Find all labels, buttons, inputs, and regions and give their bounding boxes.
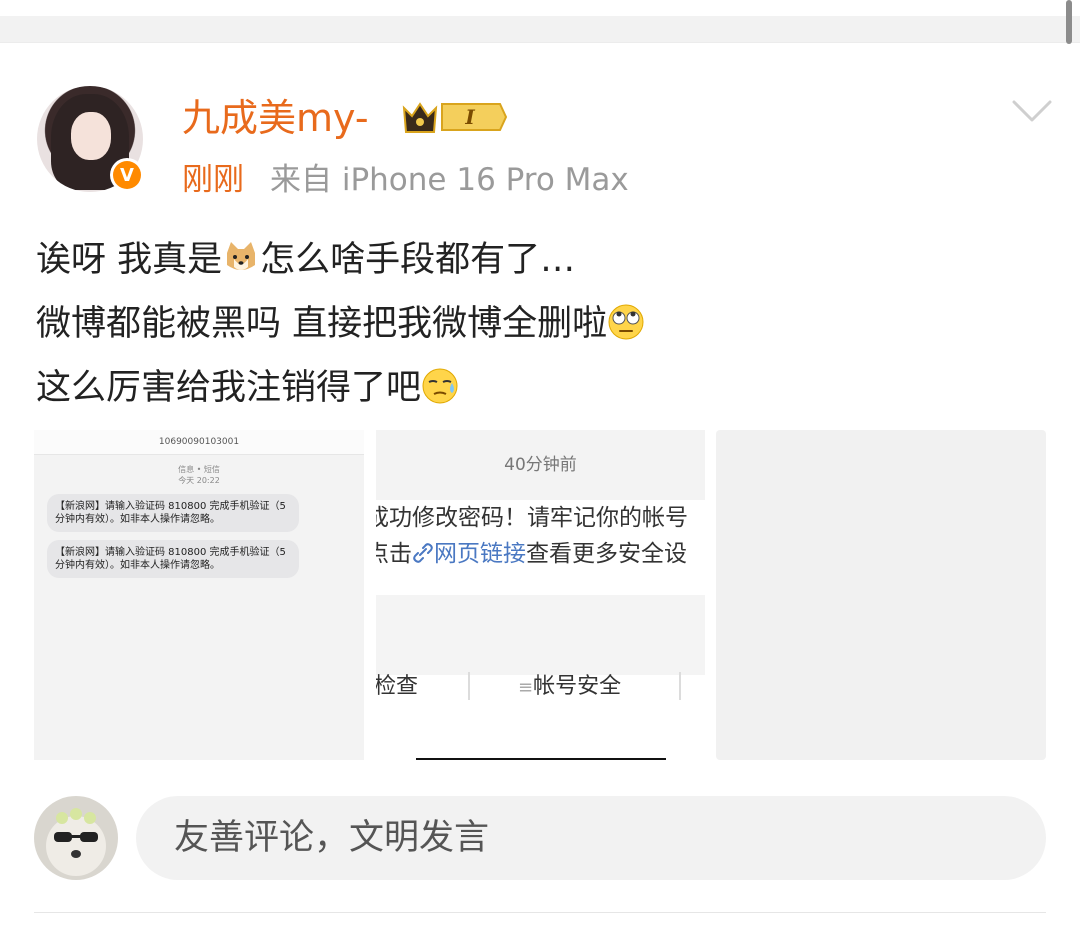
notice-check-button: 检查 xyxy=(376,674,419,699)
avatar-face xyxy=(71,112,111,160)
post-line-1b: 怎么啥手段都有了… xyxy=(260,240,576,280)
scrollbar[interactable] xyxy=(1066,0,1072,44)
comment-placeholder: 友善评论，文明发言 xyxy=(174,818,490,858)
post-meta: 刚刚 来自 iPhone 16 Pro Max xyxy=(182,160,629,200)
username[interactable]: 九成美my- xyxy=(182,96,369,140)
bottom-divider xyxy=(34,912,1046,913)
eye-roll-emoji xyxy=(608,304,644,340)
menu-icon: ≡ xyxy=(518,677,534,698)
dog-emoji xyxy=(227,242,256,270)
notice-separator-2 xyxy=(679,672,681,700)
notice-gray-area xyxy=(376,595,705,675)
post-line-2: 微博都能被黑吗 直接把我微博全删啦 xyxy=(36,292,1046,356)
notice-line-2: 点击 网页链接查看更多安全设 xyxy=(376,536,705,572)
sms-bubble-2: 【新浪网】请输入验证码 810800 完成手机验证（5分钟内有效）。如非本人操作… xyxy=(47,540,299,578)
notice-account-security-button: ≡帐号安全 xyxy=(518,668,621,700)
post-time: 刚刚 xyxy=(182,162,244,198)
sweat-emoji xyxy=(422,368,458,404)
top-separator-band xyxy=(0,16,1080,43)
verified-icon: V xyxy=(110,158,144,192)
post-line-3-text: 这么厉害给我注销得了吧 xyxy=(36,368,422,408)
post-line-2-text: 微博都能被黑吗 直接把我微博全删啦 xyxy=(36,304,608,344)
link-icon xyxy=(413,543,433,563)
comment-input[interactable]: 友善评论，文明发言 xyxy=(136,796,1046,880)
status-area xyxy=(0,0,1080,16)
notice-line-2a: 点击 xyxy=(376,541,412,567)
level-badge-text: I xyxy=(464,105,475,129)
post-image-2[interactable]: 40分钟前 成功修改密码！请牢记你的帐号 点击 网页链接查看更多安全设 检查 ≡帐… xyxy=(376,430,705,760)
notice-line-2b: 查看更多安全设 xyxy=(526,541,687,567)
verified-badge-label: V xyxy=(113,161,141,189)
notice-account-security-label: 帐号安全 xyxy=(533,674,622,699)
crown-level-icon[interactable]: I xyxy=(402,98,508,136)
sms-label: 信息 • 短信 xyxy=(178,465,220,474)
commenter-avatar[interactable] xyxy=(34,796,118,880)
dog-avatar-icon xyxy=(46,808,106,876)
post-image-1[interactable]: 10690090103001 信息 • 短信 今天 20:22 【新浪网】请输入… xyxy=(34,430,364,760)
sms-time: 今天 20:22 xyxy=(178,476,220,485)
post-image-3[interactable] xyxy=(716,430,1046,760)
chevron-down-icon[interactable] xyxy=(1010,96,1054,126)
post-line-1: 诶呀 我真是 怎么啥手段都有了… xyxy=(36,228,1046,292)
sms-sender: 10690090103001 xyxy=(34,430,364,455)
post-line-3: 这么厉害给我注销得了吧 xyxy=(36,356,1046,420)
post-source: 来自 iPhone 16 Pro Max xyxy=(270,162,629,198)
sms-bubble-1: 【新浪网】请输入验证码 810800 完成手机验证（5分钟内有效）。如非本人操作… xyxy=(47,494,299,532)
notice-line-1: 成功修改密码！请牢记你的帐号 xyxy=(376,505,688,531)
notice-separator-1 xyxy=(468,672,470,700)
notice-web-link: 网页链接 xyxy=(434,541,526,567)
post-line-1a: 诶呀 我真是 xyxy=(36,240,223,280)
post-text: 诶呀 我真是 怎么啥手段都有了… 微博都能被黑吗 直接把我微博全删啦 这么厉害给… xyxy=(36,228,1046,420)
notice-home-indicator xyxy=(416,758,666,760)
notice-time: 40分钟前 xyxy=(376,430,705,500)
bottom-area xyxy=(0,914,1080,942)
notice-buttons: 检查 ≡帐号安全 xyxy=(376,668,705,704)
